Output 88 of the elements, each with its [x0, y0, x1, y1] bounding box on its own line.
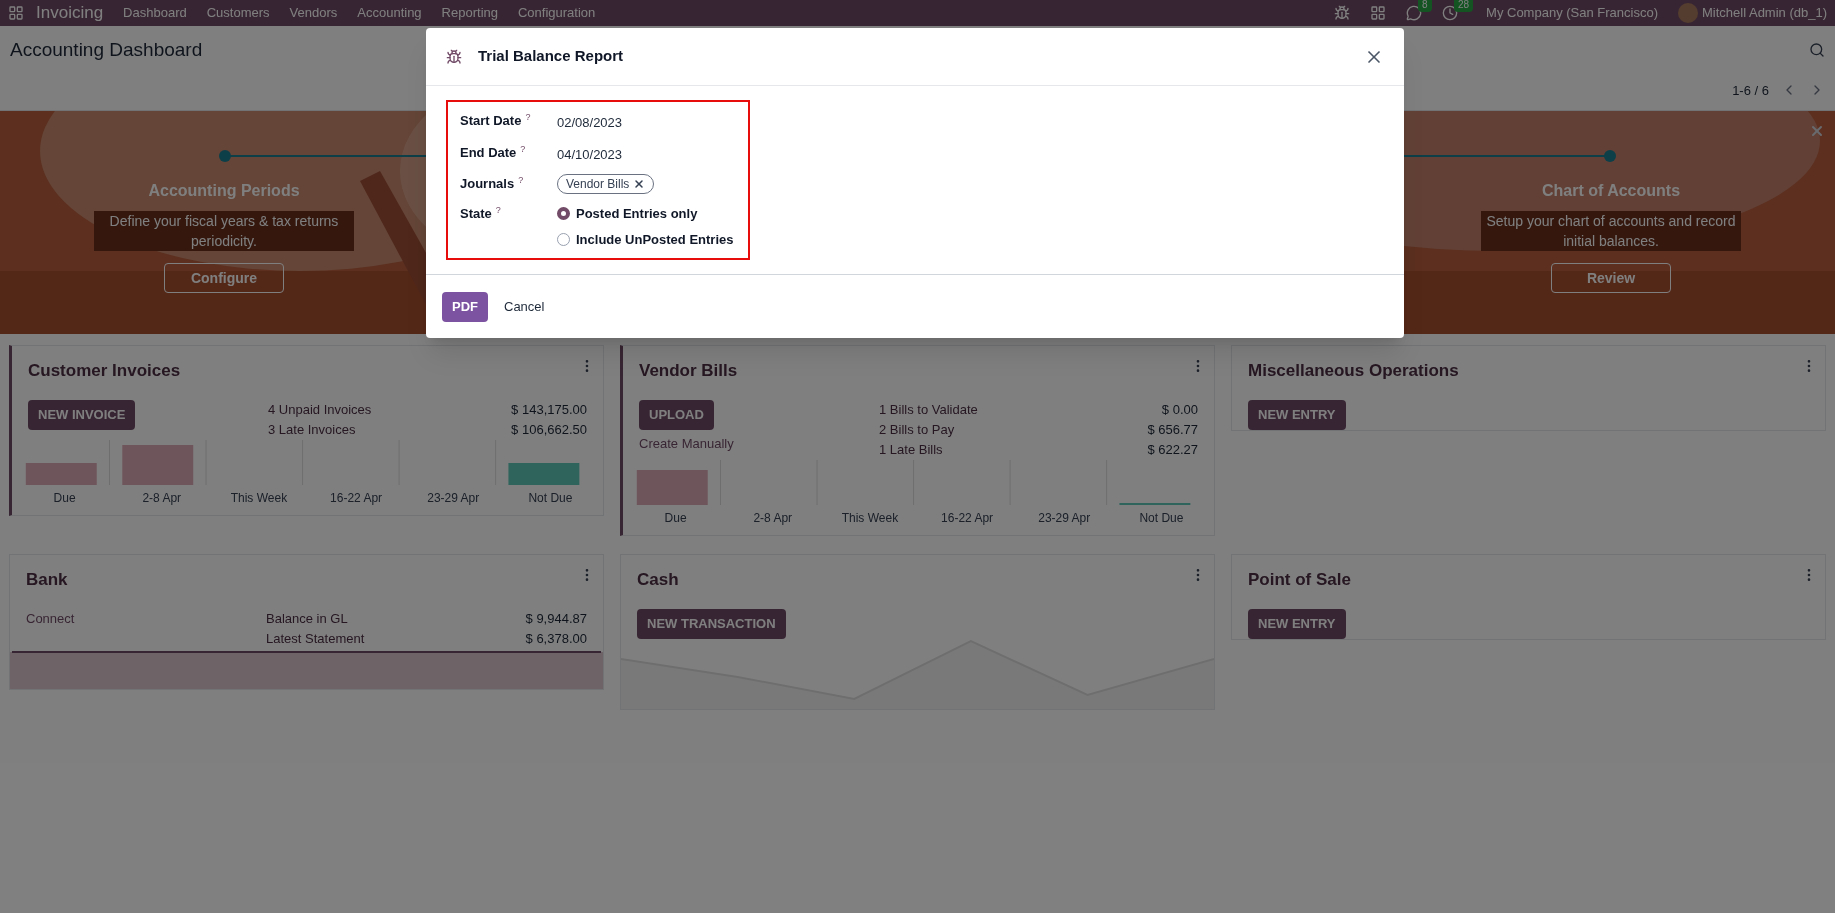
card-title[interactable]: Vendor Bills [639, 361, 738, 380]
remove-icon[interactable] [633, 178, 646, 190]
chart-bar [25, 462, 97, 485]
chart-label: This Week [840, 509, 900, 527]
step-description: Define your fiscal years & tax returns periodicity. [94, 211, 354, 251]
menu-item[interactable]: Reporting [441, 3, 498, 23]
bug-icon [446, 48, 462, 65]
company-name[interactable]: My Company (San Francisco) [1486, 3, 1658, 23]
date-field[interactable]: 04/10/2023 [557, 144, 623, 164]
chart-bar [122, 444, 194, 485]
step-description: Setup your chart of accounts and record initial balances. [1481, 211, 1741, 251]
dialog-title: Trial Balance Report [478, 46, 624, 67]
chart-label: 2-8 Apr [752, 509, 794, 527]
help-mark[interactable]: ? [495, 204, 501, 218]
card-title[interactable]: Point of Sale [1248, 570, 1351, 589]
summary-label[interactable]: Latest Statement [266, 628, 365, 649]
card-title[interactable]: Customer Invoices [28, 361, 181, 380]
clock-icon[interactable] [1442, 5, 1459, 21]
summary-label[interactable]: 3 Late Invoices [268, 419, 356, 440]
summary-label[interactable]: 4 Unpaid Invoices [268, 399, 372, 420]
action-button[interactable]: NEW ENTRY [1248, 608, 1346, 639]
summary-amount: $ 622.27 [1147, 440, 1198, 459]
summary-label[interactable]: Balance in GL [266, 608, 348, 629]
summary-label[interactable]: 2 Bills to Pay [879, 419, 955, 440]
summary-label[interactable]: 1 Bills to Validate [879, 399, 978, 420]
chart-label: 16-22 Apr [940, 509, 995, 527]
pdf-button[interactable]: PDF [442, 291, 488, 322]
menu-item[interactable]: Vendors [289, 3, 338, 23]
chart-bar [1119, 502, 1191, 505]
chart-label: This Week [229, 489, 289, 507]
page-title: Accounting Dashboard [10, 38, 203, 62]
link[interactable]: Create Manually [639, 433, 734, 453]
summary-amount: $ 6,378.00 [525, 629, 587, 648]
user-name[interactable]: Mitchell Admin (db_1) [1702, 3, 1827, 23]
step-button[interactable]: Review [1551, 263, 1671, 293]
action-button[interactable]: UPLOAD [639, 399, 714, 430]
app-name[interactable]: Invoicing [36, 0, 104, 26]
chart-label: 2-8 Apr [141, 489, 183, 507]
help-mark[interactable]: ? [525, 111, 531, 125]
menu-item[interactable]: Accounting [357, 3, 422, 23]
summary-amount: $ 656.77 [1147, 420, 1198, 439]
summary-label[interactable]: 1 Late Bills [879, 439, 943, 460]
chart-bar [508, 462, 580, 485]
summary-amount: $ 9,944.87 [525, 609, 587, 628]
chart-label: Not Due [527, 489, 574, 507]
action-button[interactable]: NEW TRANSACTION [637, 608, 786, 639]
apps-icon[interactable] [8, 5, 24, 21]
summary-amount: $ 0.00 [1161, 400, 1198, 419]
field-label: End Date [460, 143, 517, 162]
chart-label: 23-29 Apr [426, 489, 481, 507]
radio-button[interactable] [557, 232, 570, 246]
action-button[interactable]: NEW ENTRY [1248, 399, 1346, 430]
summary-amount: $ 143,175.00 [511, 400, 587, 419]
link[interactable]: Connect [26, 608, 75, 628]
chart-bar [636, 469, 708, 505]
summary-amount: $ 106,662.50 [511, 420, 587, 439]
cancel-button[interactable]: Cancel [500, 291, 549, 322]
chart-label: Due [52, 489, 77, 507]
field-label: Journals [460, 175, 515, 193]
radio-button[interactable] [557, 207, 570, 221]
grid-icon[interactable] [1370, 5, 1387, 21]
card-title[interactable]: Bank [26, 570, 68, 589]
date-field[interactable]: 02/08/2023 [557, 113, 623, 133]
action-button[interactable]: NEW INVOICE [28, 399, 136, 430]
card-title[interactable]: Cash [637, 570, 679, 589]
menu-item[interactable]: Customers [206, 3, 270, 23]
bug-icon[interactable] [1334, 5, 1351, 21]
count-badge: 8 [1418, 0, 1432, 12]
chart-label: Due [663, 509, 688, 527]
field-label: State [460, 205, 492, 223]
radio-label[interactable]: Include UnPosted Entries [576, 229, 734, 249]
menu-item[interactable]: Configuration [518, 3, 596, 23]
chart-label: 16-22 Apr [329, 489, 384, 507]
step-button[interactable]: Configure [164, 263, 284, 293]
field-label: Start Date [460, 112, 522, 130]
pager: 1-6 / 6 [1732, 81, 1769, 100]
menu-item[interactable]: Dashboard [123, 3, 187, 23]
search-icon[interactable] [1809, 42, 1825, 59]
count-badge: 28 [1454, 0, 1474, 12]
step-title: Chart of Accounts [1541, 181, 1681, 201]
chart-label: 23-29 Apr [1037, 509, 1092, 527]
card-title[interactable]: Miscellaneous Operations [1248, 361, 1459, 380]
help-mark[interactable]: ? [518, 174, 524, 188]
step-title: Accounting Periods [148, 181, 300, 201]
chart-label: Not Due [1138, 509, 1185, 527]
chat-icon[interactable] [1406, 5, 1423, 21]
help-mark[interactable]: ? [520, 142, 526, 156]
radio-label[interactable]: Posted Entries only [576, 204, 698, 224]
